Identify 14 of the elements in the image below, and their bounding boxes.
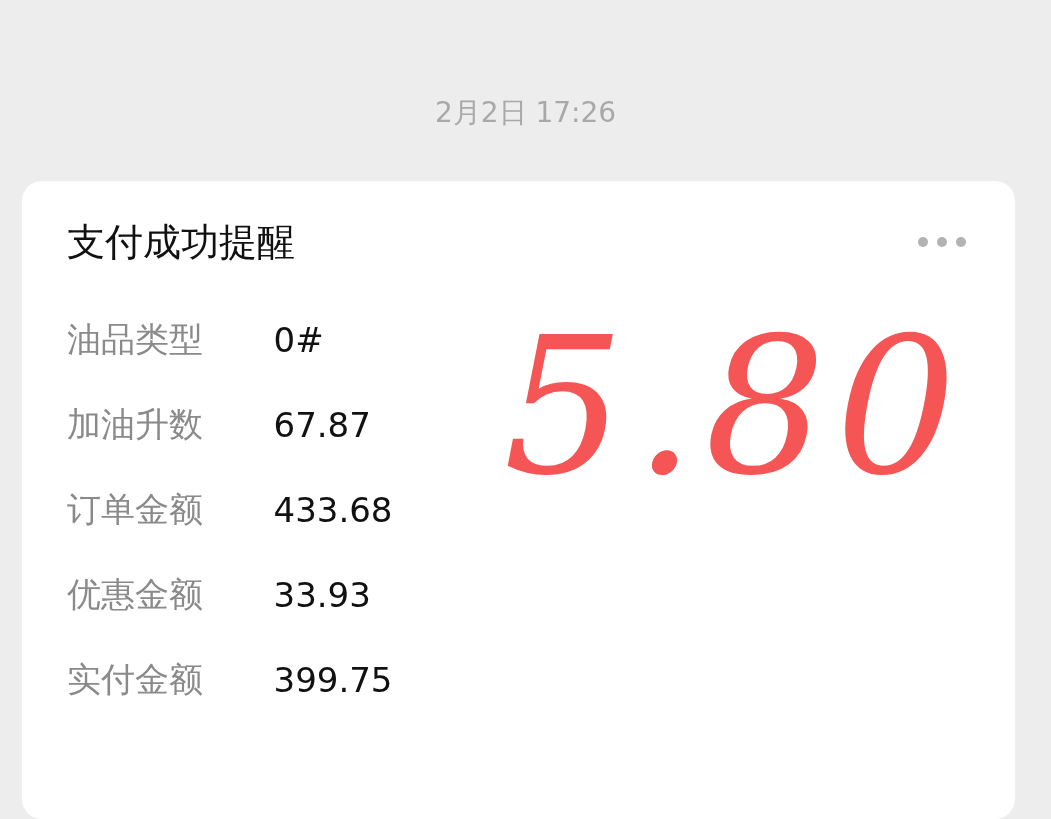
- card-title: 支付成功提醒: [66, 219, 295, 266]
- field-value: 33.93: [273, 575, 371, 615]
- more-icon[interactable]: [916, 236, 967, 248]
- field-label: 优惠金额: [66, 573, 204, 616]
- field-value: 433.68: [273, 490, 393, 530]
- message-time: 2月2日 17:26: [434, 95, 617, 131]
- field-label: 订单金额: [66, 488, 204, 531]
- handwritten-annotation: 5.80: [503, 297, 967, 517]
- field-value: 399.75: [273, 660, 393, 700]
- field-value: 67.87: [273, 405, 371, 445]
- field-label: 加油升数: [66, 403, 204, 446]
- field-label: 实付金额: [66, 658, 204, 701]
- field-label: 油品类型: [66, 318, 204, 361]
- field-value: 0#: [273, 320, 324, 360]
